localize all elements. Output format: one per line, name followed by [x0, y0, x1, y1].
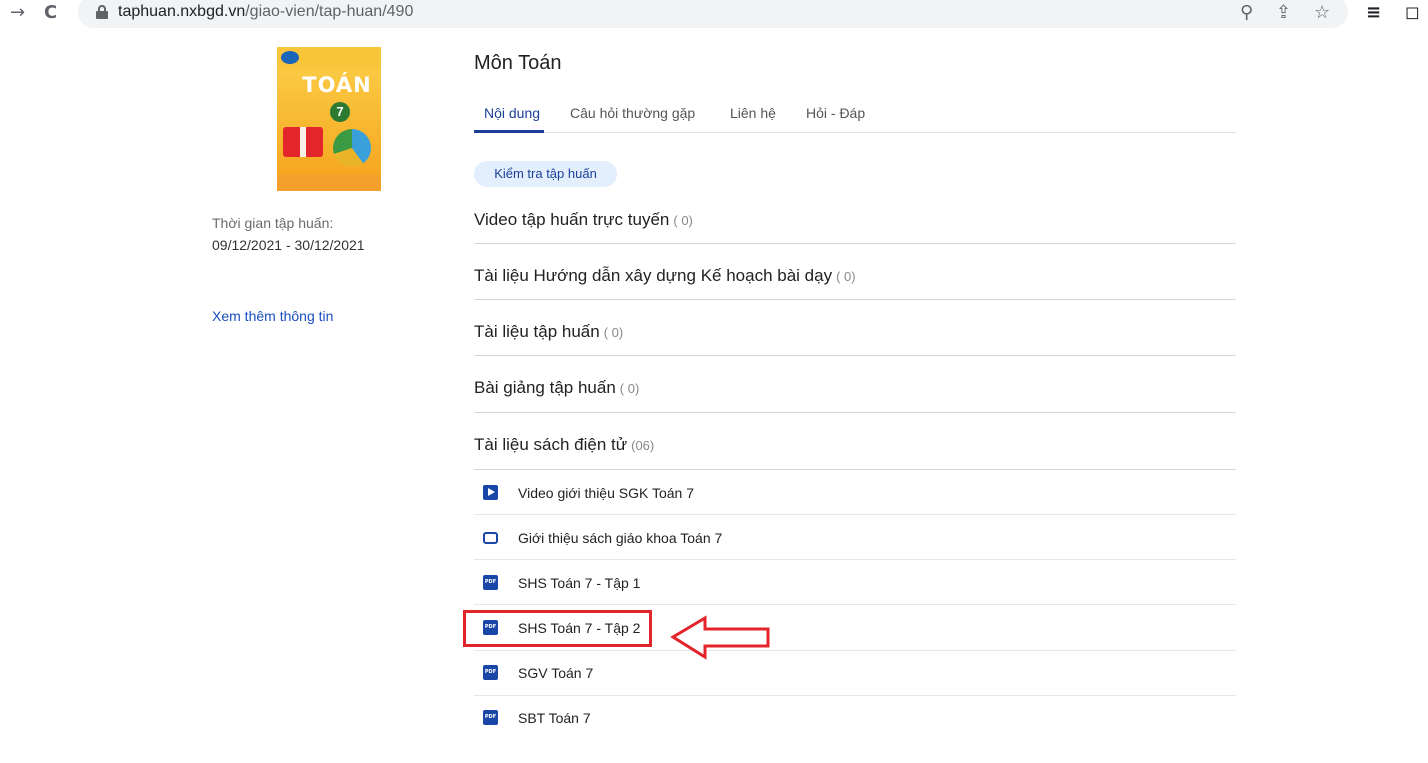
divider	[474, 469, 1236, 470]
active-tab-indicator	[474, 130, 544, 133]
url-text[interactable]: taphuan.nxbgd.vn/giao-vien/tap-huan/490	[118, 2, 413, 22]
tab-bar: Nội dung Câu hỏi thường gặp Liên hệ Hỏi …	[474, 103, 1236, 133]
left-arrow-icon	[670, 615, 770, 660]
list-item[interactable]: PDF SGV Toán 7	[474, 665, 1236, 695]
training-period-label: Thời gian tập huấn:	[212, 215, 334, 231]
browser-toolbar: → C taphuan.nxbgd.vn/giao-vien/tap-huan/…	[0, 0, 1428, 28]
divider	[474, 695, 1236, 696]
list-item[interactable]: PDF SHS Toán 7 - Tập 1	[474, 575, 1236, 605]
pie-chart-illustration	[333, 129, 371, 167]
reading-list-icon[interactable]: ≡	[1366, 3, 1381, 23]
divider	[474, 604, 1236, 605]
divider	[474, 514, 1236, 515]
divider	[474, 650, 1236, 651]
section-training-materials[interactable]: Tài liệu tập huấn( 0)	[474, 322, 1236, 352]
slides-icon	[483, 532, 498, 544]
zoom-icon[interactable]: ⚲	[1240, 3, 1253, 23]
pdf-icon: PDF	[483, 665, 498, 680]
bookmark-star-icon[interactable]: ☆	[1314, 3, 1330, 23]
book-cover-title: TOÁN	[302, 73, 372, 97]
section-online-training-videos[interactable]: Video tập huấn trực tuyến( 0)	[474, 210, 1236, 240]
tab-content[interactable]: Nội dung	[484, 105, 540, 121]
divider	[474, 299, 1236, 300]
book-cover-image: TOÁN 7	[277, 47, 381, 191]
divider	[474, 243, 1236, 244]
list-item[interactable]: Video giới thiệu SGK Toán 7	[474, 485, 1236, 515]
section-ebooks[interactable]: Tài liệu sách điện tử (06)	[474, 435, 1236, 465]
list-item[interactable]: Giới thiệu sách giáo khoa Toán 7	[474, 530, 1236, 560]
pdf-icon: PDF	[483, 710, 498, 725]
publisher-logo-icon	[281, 51, 299, 64]
page-title: Môn Toán	[474, 52, 562, 74]
highlight-box	[463, 610, 652, 647]
lock-icon[interactable]	[96, 5, 108, 19]
tab-contact[interactable]: Liên hệ	[730, 105, 776, 121]
reload-icon[interactable]: C	[44, 3, 57, 23]
training-period-value: 09/12/2021 - 30/12/2021	[212, 237, 365, 253]
section-lesson-plan-guide[interactable]: Tài liệu Hướng dẫn xây dựng Kế hoạch bài…	[474, 266, 1236, 296]
tab-qa[interactable]: Hỏi - Đáp	[806, 105, 865, 121]
gift-box-illustration	[283, 127, 323, 157]
video-icon	[483, 485, 498, 500]
list-item[interactable]: PDF SBT Toán 7	[474, 710, 1236, 740]
more-info-link[interactable]: Xem thêm thông tin	[212, 308, 333, 324]
section-training-lectures[interactable]: Bài giảng tập huấn( 0)	[474, 378, 1236, 408]
divider	[474, 355, 1236, 356]
tab-faq[interactable]: Câu hỏi thường gặp	[570, 105, 695, 121]
window-icon[interactable]: ◻	[1405, 3, 1420, 23]
check-training-button[interactable]: Kiểm tra tập huấn	[474, 161, 617, 187]
pdf-icon: PDF	[483, 575, 498, 590]
divider	[474, 412, 1236, 413]
divider	[474, 559, 1236, 560]
share-icon[interactable]: ⇪	[1276, 3, 1291, 23]
book-cover-number: 7	[330, 102, 350, 122]
forward-icon[interactable]: →	[10, 3, 25, 23]
